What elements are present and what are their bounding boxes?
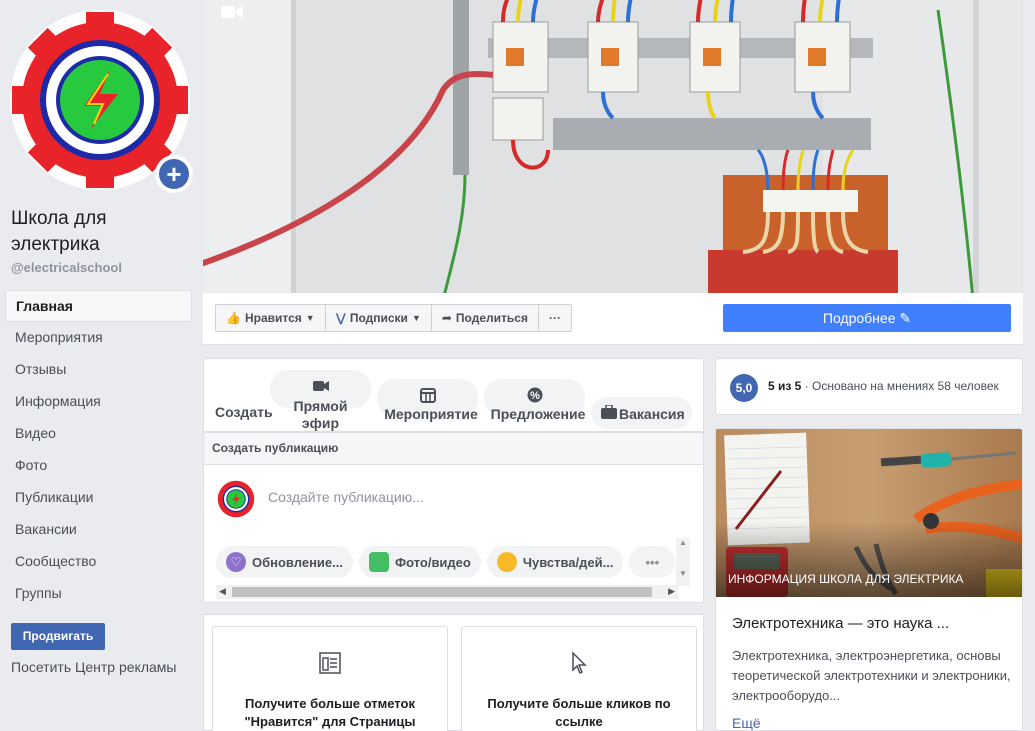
share-label: Поделиться bbox=[455, 311, 528, 325]
info-card[interactable]: ИНФОРМАЦИЯ ШКОЛА ДЛЯ ЭЛЕКТРИКА Электроте… bbox=[715, 428, 1023, 731]
scroll-thumb[interactable] bbox=[232, 587, 652, 597]
page-action-buttons: 👍 Нравится ▼ ⋁ Подписки ▼ ➦ Поделиться ·… bbox=[215, 304, 572, 332]
live-tab[interactable]: Прямой эфир bbox=[270, 398, 371, 432]
heart-icon: ♡ bbox=[226, 552, 246, 572]
chevron-down-icon: ▼ bbox=[411, 313, 421, 323]
page-layout-icon bbox=[213, 651, 447, 677]
follow-button[interactable]: ⋁ Подписки ▼ bbox=[326, 305, 432, 331]
sidebar-item-community[interactable]: Сообщество bbox=[5, 546, 192, 578]
rating-score: 5 из 5 bbox=[768, 379, 802, 393]
photo-video-chip[interactable]: Фото/видео bbox=[358, 546, 481, 578]
sidebar-item-posts[interactable]: Публикации bbox=[5, 482, 192, 514]
plus-icon: + bbox=[159, 159, 189, 189]
composer-chips: ♡ Обновление... Фото/видео Чувства/дей..… bbox=[216, 546, 688, 578]
video-camera-icon[interactable] bbox=[221, 5, 243, 19]
rating-card[interactable]: 5,0 5 из 5 · Основано на мнениях 58 чело… bbox=[715, 358, 1023, 415]
scroll-up-icon: ▲ bbox=[679, 538, 687, 547]
like-label: Нравится bbox=[244, 311, 302, 325]
sidebar-item-home[interactable]: Главная bbox=[5, 290, 192, 322]
promo-likes-text: Получите больше отметок "Нравится" для С… bbox=[244, 696, 416, 729]
like-button[interactable]: 👍 Нравится ▼ bbox=[216, 305, 326, 331]
page-handle[interactable]: @electricalschool bbox=[11, 260, 122, 275]
scroll-right-icon: ▶ bbox=[668, 586, 675, 596]
more-dots-icon: ··· bbox=[548, 311, 561, 325]
rating-summary: 5 из 5 · Основано на мнениях 58 человек bbox=[768, 379, 999, 393]
live-label-line1: Прямой bbox=[293, 398, 348, 414]
cover-photo[interactable] bbox=[203, 0, 1023, 293]
live-camera-icon bbox=[270, 379, 371, 395]
share-button[interactable]: ➦ Поделиться bbox=[432, 305, 539, 331]
briefcase-icon bbox=[601, 404, 617, 422]
electrical-panel-image bbox=[203, 0, 1023, 293]
cursor-icon bbox=[462, 651, 696, 677]
sidebar-item-groups[interactable]: Группы bbox=[5, 578, 192, 610]
chevron-down-icon: ▼ bbox=[305, 313, 315, 323]
info-caption: ИНФОРМАЦИЯ ШКОЛА ДЛЯ ЭЛЕКТРИКА bbox=[728, 572, 964, 586]
feeling-label: Чувства/дей... bbox=[522, 554, 614, 570]
sidebar-item-photos[interactable]: Фото bbox=[5, 450, 192, 482]
smiley-icon bbox=[496, 552, 517, 572]
photo-video-label: Фото/видео bbox=[394, 554, 471, 570]
sidebar-item-videos[interactable]: Видео bbox=[5, 418, 192, 450]
composer-input[interactable]: Создайте публикацию... bbox=[268, 489, 424, 505]
more-dots-icon: ••• bbox=[645, 554, 660, 570]
sidebar-item-jobs[interactable]: Вакансии bbox=[5, 514, 192, 546]
create-tabs-card: Создать Прямой эфир Мероприятие % Предло… bbox=[203, 358, 704, 432]
ads-center-link[interactable]: Посетить Центр рекламы bbox=[11, 659, 176, 675]
more-chip[interactable]: ••• bbox=[629, 546, 676, 578]
svg-text:%: % bbox=[530, 390, 540, 402]
photo-icon bbox=[368, 552, 389, 572]
sidebar-nav: Главная Мероприятия Отзывы Информация Ви… bbox=[5, 290, 192, 610]
scroll-down-icon: ▼ bbox=[679, 569, 687, 578]
horizontal-scrollbar[interactable]: ◀ ▶ bbox=[216, 585, 678, 599]
info-more-link[interactable]: Ещё bbox=[732, 715, 761, 730]
rating-badge: 5,0 bbox=[730, 374, 758, 402]
info-description: Электротехника, электроэнергетика, основ… bbox=[732, 648, 1011, 703]
sidebar-item-events[interactable]: Мероприятия bbox=[5, 322, 192, 354]
follow-label: Подписки bbox=[349, 311, 408, 325]
calendar-icon bbox=[377, 387, 478, 406]
pencil-icon: ✎ bbox=[899, 310, 912, 326]
promo-section: Получите больше отметок "Нравится" для С… bbox=[203, 614, 704, 731]
promote-button[interactable]: Продвигать bbox=[11, 623, 105, 650]
rss-icon: ⋁ bbox=[335, 311, 346, 325]
event-tab[interactable]: Мероприятие bbox=[377, 406, 485, 422]
create-tab[interactable]: Создать bbox=[215, 404, 273, 420]
details-button[interactable]: Подробнее ✎ bbox=[723, 304, 1011, 332]
vertical-scrollbar[interactable]: ▲ ▼ bbox=[676, 538, 690, 586]
promo-clicks-card[interactable]: Получите больше кликов по ссылке bbox=[461, 626, 697, 731]
details-label: Подробнее bbox=[822, 310, 896, 326]
left-sidebar: + Школа для электрика @electricalschool … bbox=[0, 0, 203, 731]
percent-icon: % bbox=[484, 387, 585, 406]
page-avatar[interactable]: + bbox=[10, 10, 193, 193]
sidebar-item-about[interactable]: Информация bbox=[5, 386, 192, 418]
page-title[interactable]: Школа для электрика bbox=[11, 206, 191, 258]
thumbs-up-icon: 👍 bbox=[226, 311, 241, 325]
composer-avatar bbox=[216, 479, 256, 519]
composer-header: Создать публикацию bbox=[204, 433, 703, 465]
page-action-bar: 👍 Нравится ▼ ⋁ Подписки ▼ ➦ Поделиться ·… bbox=[203, 293, 1023, 345]
more-options-button[interactable]: ··· bbox=[539, 305, 571, 331]
rating-basis: · Основано на мнениях 58 человек bbox=[801, 379, 999, 393]
status-update-chip[interactable]: ♡ Обновление... bbox=[216, 546, 353, 578]
info-title[interactable]: Электротехника — это наука ... bbox=[732, 615, 949, 632]
update-avatar-button[interactable]: + bbox=[155, 155, 193, 193]
scroll-left-icon: ◀ bbox=[219, 586, 226, 596]
job-tab[interactable]: Вакансия bbox=[619, 406, 685, 422]
promo-clicks-text: Получите больше кликов по ссылке bbox=[487, 696, 671, 729]
live-label-line2: эфир bbox=[301, 415, 340, 431]
post-composer: Создать публикацию Создайте публикацию..… bbox=[203, 432, 704, 603]
sidebar-item-reviews[interactable]: Отзывы bbox=[5, 354, 192, 386]
status-update-label: Обновление... bbox=[252, 554, 343, 570]
offer-tab[interactable]: Предложение bbox=[484, 406, 592, 422]
feeling-chip[interactable]: Чувства/дей... bbox=[486, 546, 624, 578]
share-arrow-icon: ➦ bbox=[441, 311, 452, 325]
promo-likes-card[interactable]: Получите больше отметок "Нравится" для С… bbox=[212, 626, 448, 731]
